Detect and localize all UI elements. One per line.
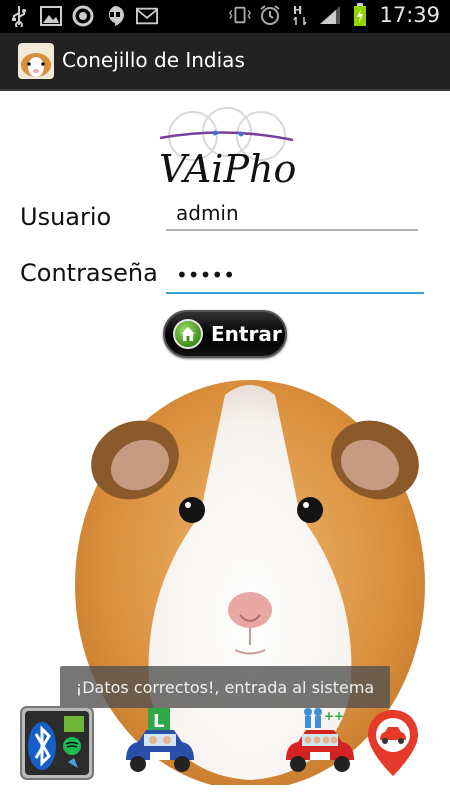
username-field[interactable] — [166, 197, 418, 229]
password-label: Contraseña — [20, 259, 158, 287]
picture-icon — [40, 5, 62, 27]
home-icon — [173, 319, 203, 349]
driving-school-car-icon[interactable]: L — [120, 708, 200, 778]
svg-text:H: H — [293, 4, 302, 17]
signal-icon — [319, 4, 341, 26]
toast-message: ¡Datos correctos!, entrada al sistema — [60, 666, 390, 708]
password-focus-underline — [166, 292, 424, 294]
username-underline — [166, 229, 418, 231]
logo-text: VAiPho — [159, 147, 296, 188]
app-title: Conejillo de Indias — [62, 48, 245, 72]
svg-text:L: L — [153, 711, 164, 732]
gmail-icon — [136, 5, 158, 27]
battery-charging-icon — [349, 3, 371, 26]
status-time: 17:39 — [379, 3, 440, 27]
vaipho-logo: VAiPho — [155, 106, 300, 191]
alarm-icon — [259, 4, 281, 26]
status-bar-system: H 17:39 — [229, 3, 440, 27]
guinea-pig-app-icon[interactable] — [18, 43, 54, 79]
password-field[interactable] — [166, 259, 424, 291]
car-location-pin-icon[interactable] — [366, 708, 420, 778]
svg-text:++: ++ — [324, 709, 344, 723]
firefox-icon — [72, 5, 94, 27]
user-label: Usuario — [20, 203, 112, 231]
vibrate-icon — [229, 4, 252, 26]
hangouts-icon — [104, 5, 126, 27]
password-input[interactable] — [166, 259, 424, 291]
enter-button-label: Entrar — [211, 322, 282, 346]
usb-icon — [8, 5, 30, 27]
username-input[interactable] — [166, 197, 418, 229]
bluetooth-apps-icon[interactable] — [20, 706, 94, 780]
enter-button[interactable]: Entrar — [163, 310, 287, 358]
action-bar: Conejillo de Indias — [0, 33, 450, 91]
carpool-car-icon[interactable]: ++ — [280, 706, 360, 778]
status-bar: H 17:39 — [0, 0, 450, 33]
data-h-icon: H — [289, 4, 311, 26]
status-bar-notifications — [8, 5, 158, 27]
